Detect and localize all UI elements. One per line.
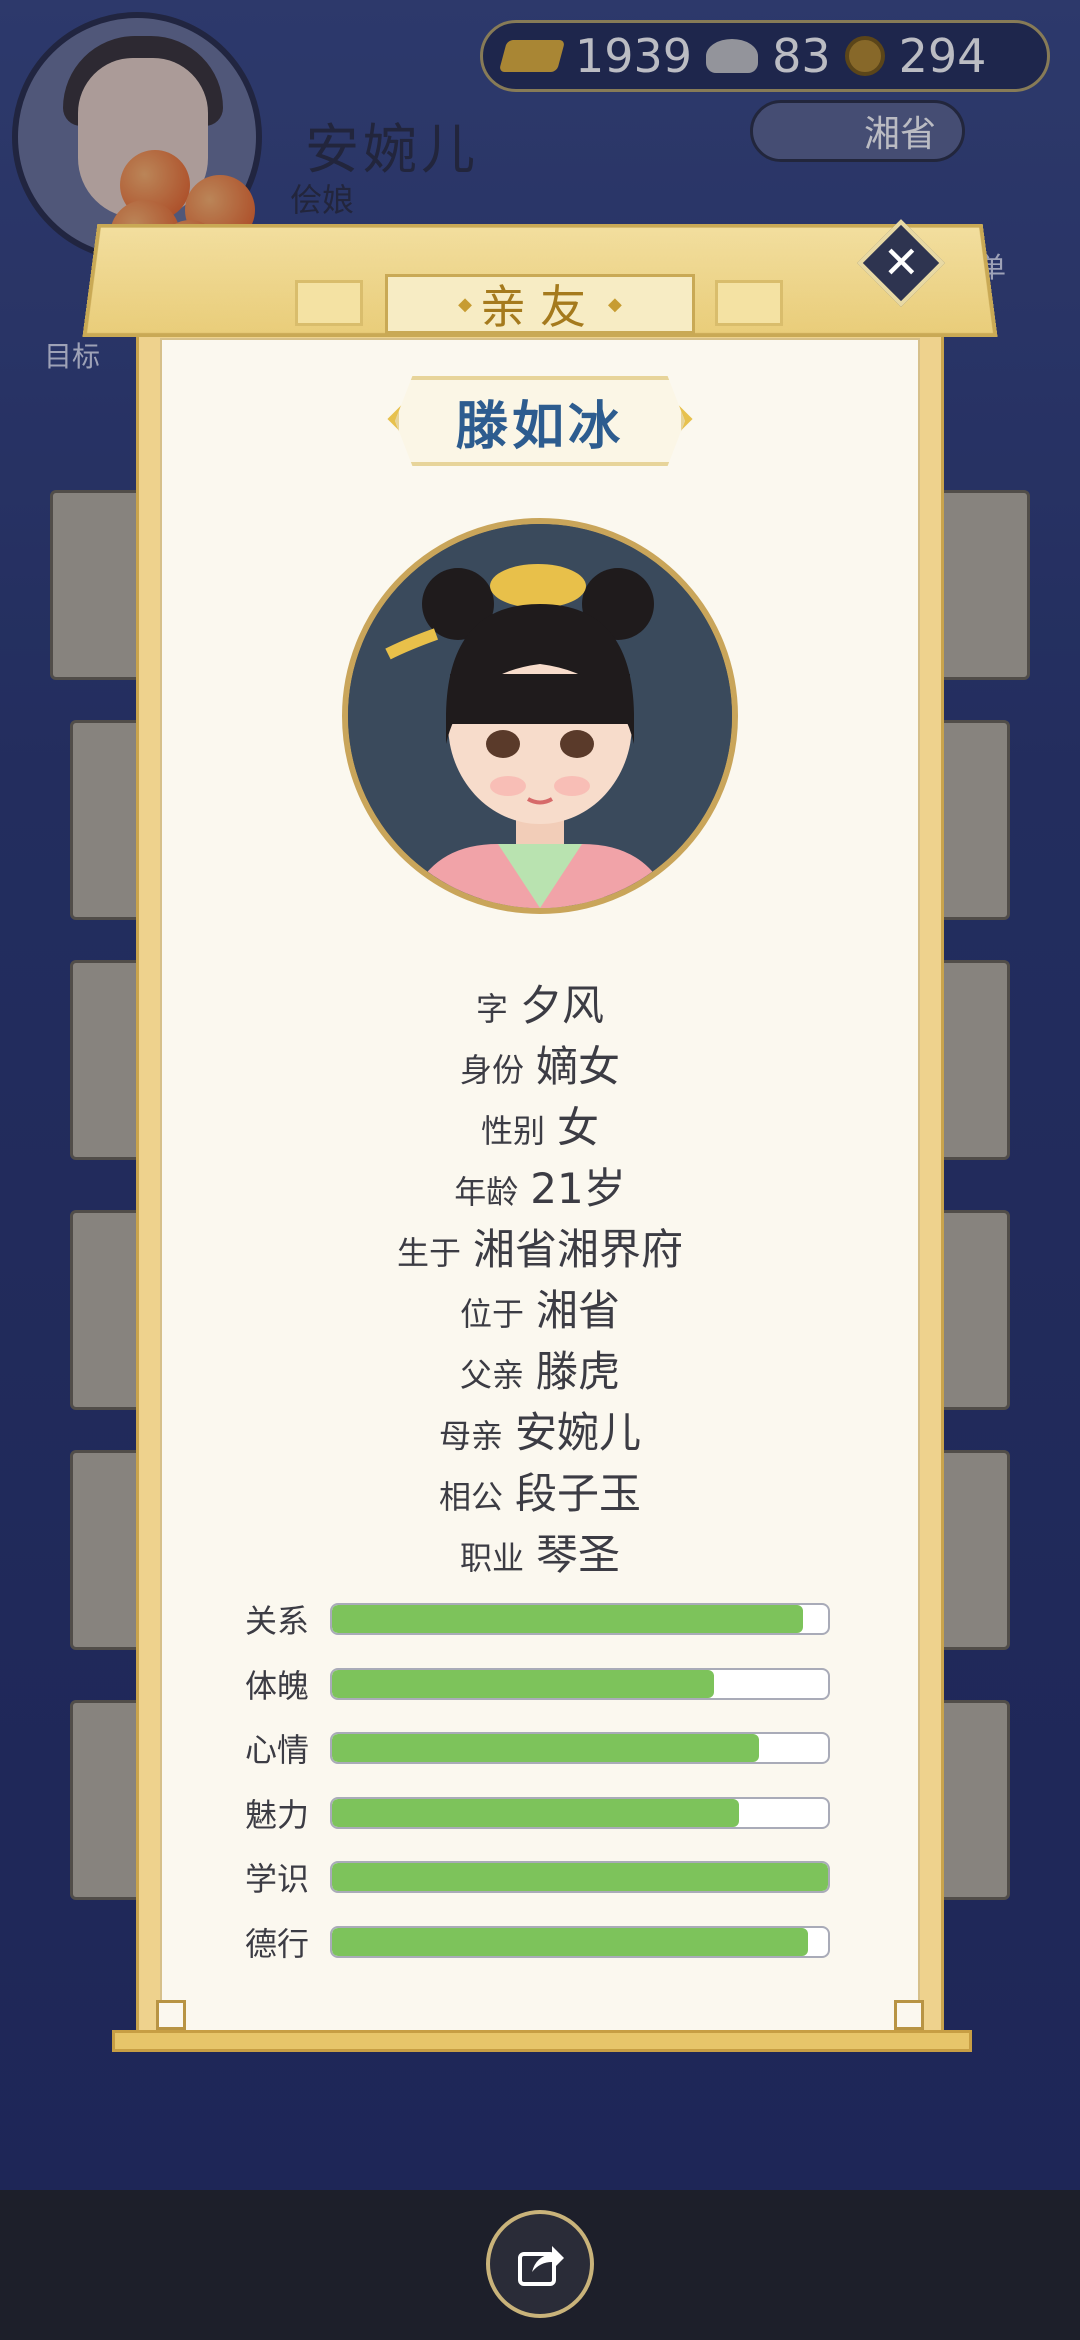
close-icon: ✕ <box>883 241 920 285</box>
info-value: 滕虎 <box>536 1338 620 1399</box>
stat-bar <box>330 1861 830 1893</box>
info-row: 生于 湘省湘界府 <box>160 1216 920 1277</box>
info-row: 职业 琴圣 <box>160 1521 920 1582</box>
stat-label: 心情 <box>245 1725 330 1771</box>
stat-row: 德行 <box>245 1910 835 1975</box>
info-value: 段子玉 <box>515 1460 641 1521</box>
info-row: 位于 湘省 <box>160 1277 920 1338</box>
character-portrait-art <box>348 524 732 908</box>
info-key: 职业 <box>460 1533 524 1579</box>
stat-label: 学识 <box>245 1854 330 1900</box>
stat-bar <box>330 1797 830 1829</box>
stat-row: 心情 <box>245 1716 835 1781</box>
stat-bar-fill <box>332 1799 739 1827</box>
stat-bar-fill <box>332 1863 828 1891</box>
header-ornament <box>715 280 783 326</box>
stat-bar-fill <box>332 1670 714 1698</box>
dot-icon: ◆ <box>608 294 622 315</box>
dialog-title: ◆ 亲友 ◆ <box>385 274 695 334</box>
stat-bar-fill <box>332 1734 759 1762</box>
info-key: 相公 <box>439 1472 503 1518</box>
stat-label: 关系 <box>245 1596 330 1642</box>
info-row: 性别女 <box>160 1094 920 1155</box>
info-value: 湘省湘界府 <box>473 1216 683 1277</box>
stat-bar <box>330 1603 830 1635</box>
info-row: 相公 段子玉 <box>160 1460 920 1521</box>
stat-bar <box>330 1668 830 1700</box>
info-row: 年龄 21岁 <box>160 1155 920 1216</box>
info-key: 位于 <box>460 1289 524 1335</box>
stat-bar-fill <box>332 1605 803 1633</box>
character-info-list: 字夕风 身份 嫡女 性别女 年龄 21岁 生于 湘省湘界府 位于 湘省 父亲 滕虎 母亲安… <box>160 972 920 1582</box>
scroll-bottom-rod <box>112 2030 972 2052</box>
header-ornament <box>295 280 363 326</box>
stat-row: 学识 <box>245 1845 835 1910</box>
info-value: 琴圣 <box>536 1521 620 1582</box>
stat-row: 体魄 <box>245 1652 835 1717</box>
info-key: 年龄 <box>454 1167 518 1213</box>
corner-ornament <box>156 2000 186 2030</box>
info-key: 生于 <box>397 1228 461 1274</box>
info-key: 父亲 <box>460 1350 524 1396</box>
info-value: 夕风 <box>520 972 604 1033</box>
stat-label: 体魄 <box>245 1661 330 1707</box>
info-row: 母亲 安婉儿 <box>160 1399 920 1460</box>
info-row: 字夕风 <box>160 972 920 1033</box>
info-key: 字 <box>476 984 508 1030</box>
info-value: 湘省 <box>536 1277 620 1338</box>
stat-label: 魅力 <box>245 1790 330 1836</box>
info-value: 女 <box>557 1094 599 1155</box>
share-icon <box>512 2236 568 2292</box>
info-value: 安婉儿 <box>515 1399 641 1460</box>
info-row: 父亲 滕虎 <box>160 1338 920 1399</box>
stat-row: 魅力 <box>245 1781 835 1846</box>
character-name-text: 滕如冰 <box>456 384 624 459</box>
dialog-title-text: 亲友 <box>480 271 600 337</box>
info-key: 性别 <box>481 1106 545 1152</box>
info-row: 身份 嫡女 <box>160 1033 920 1094</box>
stat-bar-fill <box>332 1928 808 1956</box>
character-portrait <box>342 518 738 914</box>
info-key: 身份 <box>460 1045 524 1091</box>
info-value: 嫡女 <box>536 1033 620 1094</box>
character-name: 滕如冰 <box>395 376 685 466</box>
dot-icon: ◆ <box>458 294 472 315</box>
stat-bar <box>330 1732 830 1764</box>
character-stats: 关系 体魄 心情 魅力 学识 德行 <box>245 1587 835 1974</box>
info-key: 母亲 <box>439 1411 503 1457</box>
info-value: 21岁 <box>530 1155 625 1216</box>
corner-ornament <box>894 2000 924 2030</box>
stat-bar <box>330 1926 830 1958</box>
stat-label: 德行 <box>245 1919 330 1965</box>
stat-row: 关系 <box>245 1587 835 1652</box>
share-button[interactable] <box>486 2210 594 2318</box>
